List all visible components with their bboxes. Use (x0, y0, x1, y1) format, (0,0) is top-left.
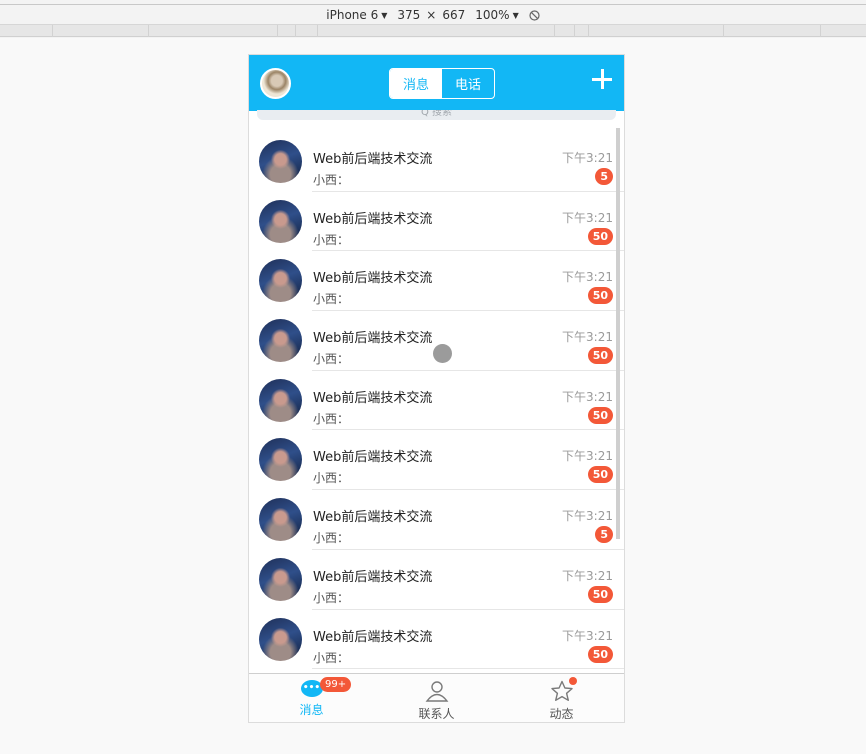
chevron-down-icon: ▼ (381, 10, 388, 20)
conversation-row[interactable]: Web前后端技术交流 下午3:21 小西： 50 (249, 311, 624, 371)
conversation-name: Web前后端技术交流 (313, 629, 433, 645)
unread-badge: 50 (587, 347, 613, 365)
conversation-time: 下午3:21 (562, 449, 613, 464)
avatar (259, 617, 302, 661)
conversation-time: 下午3:21 (562, 628, 613, 643)
no-throttling-icon[interactable] (529, 9, 540, 21)
tabbar-label: 动态 (549, 707, 574, 721)
conversation-name: Web前后端技术交流 (313, 271, 433, 287)
bottom-tab-bar: ••• 99+ 消息 联系人 动态 (249, 673, 624, 722)
search-placeholder: Q 搜索 (420, 110, 453, 118)
tab-calls[interactable]: 电话 (442, 69, 494, 98)
device-controls-bar: iPhone 6 ▼ 375 × 667 100% ▼ (0, 4, 866, 25)
tabbar-badge: 99+ (320, 677, 352, 692)
avatar (259, 438, 302, 482)
scrollbar[interactable] (616, 128, 620, 539)
conversation-preview: 小西： (313, 232, 350, 247)
tab-messages[interactable]: 消息 (390, 69, 442, 98)
conversation-preview: 小西： (313, 292, 350, 307)
conversation-row[interactable]: Web前后端技术交流 下午3:21 小西： 50 (249, 610, 624, 670)
avatar (259, 199, 302, 243)
plus-icon[interactable] (592, 69, 612, 89)
conversation-row[interactable]: Web前后端技术交流 下午3:21 小西： 50 (249, 371, 624, 431)
conversation-name: Web前后端技术交流 (313, 331, 433, 347)
media-query-ruler[interactable] (0, 25, 866, 37)
conversation-preview: 小西： (313, 471, 350, 486)
dimensions: 375 × 667 (397, 8, 465, 22)
tabbar-label: 联系人 (418, 707, 455, 721)
tabbar-item-messages[interactable]: ••• 99+ 消息 (249, 674, 374, 722)
tabbar-label: 消息 (299, 703, 324, 717)
unread-badge: 5 (595, 526, 613, 544)
conversation-row[interactable]: Web前后端技术交流 下午3:21 小西： 50 (249, 192, 624, 252)
unread-badge: 50 (587, 645, 613, 663)
search-bar[interactable]: Q 搜索 (257, 110, 616, 120)
conversation-preview: 小西： (313, 590, 350, 605)
conversation-row[interactable]: Web前后端技术交流 下午3:21 小西： 50 (249, 550, 624, 610)
conversation-name: Web前后端技术交流 (313, 450, 433, 466)
unread-badge: 5 (595, 168, 613, 185)
avatar (259, 557, 302, 601)
conversation-preview: 小西： (313, 173, 350, 187)
new-dot-badge (569, 677, 577, 685)
avatar (259, 498, 302, 542)
unread-badge: 50 (587, 227, 613, 245)
conversation-name: Web前后端技术交流 (313, 569, 433, 585)
device-select[interactable]: iPhone 6 ▼ (326, 8, 387, 22)
conversation-row[interactable]: Web前后端技术交流 下午3:21 小西： 50 (249, 251, 624, 312)
tabbar-item-moments[interactable]: 动态 (499, 674, 624, 722)
times-sign: × (426, 8, 437, 22)
conversation-name: Web前后端技术交流 (313, 510, 433, 526)
conversation-row[interactable]: Web前后端技术交流 下午3:21 小西： 50 (249, 430, 624, 491)
conversation-time: 下午3:21 (562, 509, 613, 524)
devtools-device-toolbar: iPhone 6 ▼ 375 × 667 100% ▼ (0, 0, 866, 38)
avatar (259, 378, 302, 422)
app-header: 消息 电话 (249, 55, 624, 111)
unread-badge: 50 (587, 406, 613, 424)
height-input[interactable]: 667 (442, 8, 465, 22)
conversation-time: 下午3:21 (562, 568, 613, 583)
unread-badge: 50 (587, 585, 613, 603)
tabbar-item-contacts[interactable]: 联系人 (374, 674, 499, 722)
conversation-preview: 小西： (313, 531, 350, 546)
unread-badge: 50 (587, 287, 613, 305)
conversation-name: Web前后端技术交流 (313, 211, 433, 227)
contacts-icon (425, 681, 448, 702)
conversation-time: 下午3:21 (562, 151, 613, 165)
conversation-name: Web前后端技术交流 (313, 152, 433, 167)
my-avatar[interactable] (260, 68, 291, 99)
conversation-time: 下午3:21 (562, 330, 613, 345)
chevron-down-icon: ▼ (512, 10, 519, 20)
unread-badge: 50 (587, 466, 613, 484)
conversation-time: 下午3:21 (562, 389, 613, 404)
conversation-preview: 小西： (313, 650, 350, 665)
conversation-preview: 小西： (313, 352, 350, 367)
phone-viewport: 消息 电话 Q 搜索 Web前后端技术交流 下午3:21 小西： 5 Web前后端技术交… (248, 54, 625, 723)
device-name: iPhone 6 (326, 8, 379, 22)
conversation-preview: 小西： (313, 411, 350, 426)
zoom-value: 100% (475, 8, 510, 22)
avatar (259, 319, 302, 363)
conversation-row[interactable]: Web前后端技术交流 下午3:21 小西： 5 (249, 132, 624, 192)
conversation-time: 下午3:21 (562, 210, 613, 225)
touch-cursor (433, 344, 452, 363)
header-segmented-control: 消息 电话 (389, 68, 495, 99)
conversation-name: Web前后端技术交流 (313, 390, 433, 406)
zoom-select[interactable]: 100% ▼ (475, 8, 518, 22)
conversation-time: 下午3:21 (562, 270, 613, 285)
avatar (259, 140, 302, 183)
conversation-list: Web前后端技术交流 下午3:21 小西： 5 Web前后端技术交流 下午3:21 小西： 5… (249, 132, 624, 673)
avatar (259, 259, 302, 303)
width-input[interactable]: 375 (397, 8, 420, 22)
divider (312, 668, 624, 670)
conversation-row[interactable]: Web前后端技术交流 下午3:21 小西： 5 (249, 490, 624, 550)
